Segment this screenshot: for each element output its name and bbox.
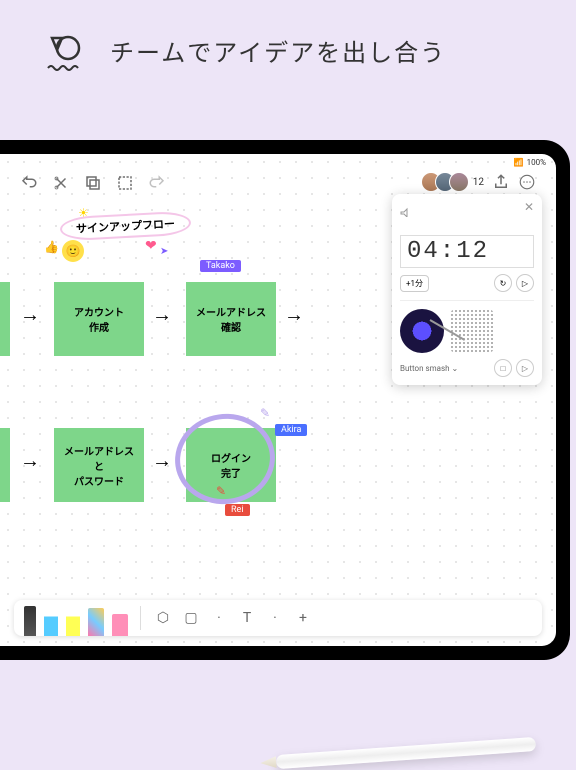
apple-pencil-prop [276, 737, 536, 769]
pencil-icon: ✎ [216, 484, 226, 498]
close-icon[interactable]: ✕ [524, 200, 534, 214]
timer-footer: Button smash ⌄ □ ▷ [400, 359, 534, 377]
dot-button[interactable]: · [209, 608, 229, 628]
promo-title: チームでアイデアを出し合う [110, 33, 446, 68]
text-button[interactable]: T [237, 608, 257, 628]
wifi-icon: 📶 [514, 158, 524, 167]
avatar-count: 12 [473, 177, 484, 188]
arrow-icon[interactable]: → [20, 448, 40, 473]
sticky-note[interactable]: アカウント 作成 [54, 282, 144, 356]
top-toolbar-right: 12 [427, 172, 536, 192]
eraser-tool[interactable] [112, 614, 128, 636]
thumbs-up-sticker[interactable]: 👍 [44, 240, 59, 254]
stop-button[interactable]: □ [494, 359, 512, 377]
redo-button[interactable] [148, 174, 166, 192]
pen-tool[interactable] [24, 606, 36, 636]
play-music-button[interactable]: ▷ [516, 359, 534, 377]
cut-button[interactable] [52, 174, 70, 192]
music-player [400, 300, 534, 353]
shapes-button[interactable]: ⬡ [153, 608, 173, 628]
status-bar: 📶 100% [514, 158, 546, 167]
more-button[interactable] [518, 173, 536, 191]
user-cursor-rei: Rei [225, 504, 250, 516]
undo-button[interactable] [20, 174, 38, 192]
user-cursor-akira: Akira [275, 424, 307, 436]
audio-icon [400, 207, 414, 217]
highlighter-blue-tool[interactable] [44, 608, 58, 636]
dot-button[interactable]: · [265, 608, 285, 628]
arrow-icon[interactable]: → [152, 448, 172, 473]
add-minute-button[interactable]: +1分 [400, 275, 429, 292]
top-toolbar-left [20, 174, 166, 192]
arrow-icon[interactable]: → [20, 302, 40, 327]
promo-header: チームでアイデアを出し合う [0, 0, 576, 90]
avatar[interactable] [449, 172, 469, 192]
sticky-note[interactable]: イン [0, 428, 10, 502]
sticky-note[interactable]: ップ [0, 282, 10, 356]
vinyl-icon [400, 309, 444, 353]
app-screen: 📶 100% 12 ☀ サインアップフロー 👍 🙂 ❤ [0, 154, 556, 646]
select-button[interactable] [116, 174, 134, 192]
add-button[interactable]: + [293, 608, 313, 628]
speaker-icon [450, 309, 494, 353]
collaborator-avatars[interactable]: 12 [427, 172, 484, 192]
sticky-note[interactable]: メールアドレス 確認 [186, 282, 276, 356]
sticky-button[interactable]: ▢ [181, 608, 201, 628]
app-logo-icon [40, 30, 90, 70]
divider [140, 606, 141, 630]
arrow-icon[interactable]: → [284, 302, 304, 327]
timer-display: 04:12 [400, 235, 534, 268]
copy-button[interactable] [84, 174, 102, 192]
sticky-note[interactable]: メールアドレスと パスワード [54, 428, 144, 502]
battery-text: 100% [527, 158, 546, 167]
cursor-icon: ➤ [160, 246, 168, 257]
washi-tape-tool[interactable] [88, 608, 104, 636]
bottom-toolbar: ⬡ ▢ · T · + [14, 600, 542, 636]
arrow-icon[interactable]: → [152, 302, 172, 327]
track-selector[interactable]: Button smash ⌄ [400, 364, 458, 373]
heart-sticker[interactable]: ❤ [145, 238, 157, 254]
tablet-frame: 📶 100% 12 ☀ サインアップフロー 👍 🙂 ❤ [0, 140, 570, 660]
smiley-sticker[interactable]: 🙂 [62, 240, 84, 262]
share-button[interactable] [492, 173, 510, 191]
pencil-icon: ✎ [260, 406, 270, 420]
user-cursor-takako: Takako [200, 260, 241, 272]
timer-panel[interactable]: ✕ 04:12 +1分 ↻ ▷ Button smash ⌄ □ ▷ [392, 194, 542, 385]
highlighter-yellow-tool[interactable] [66, 608, 80, 636]
play-button[interactable]: ▷ [516, 274, 534, 292]
reset-button[interactable]: ↻ [494, 274, 512, 292]
timer-controls: +1分 ↻ ▷ [400, 274, 534, 292]
